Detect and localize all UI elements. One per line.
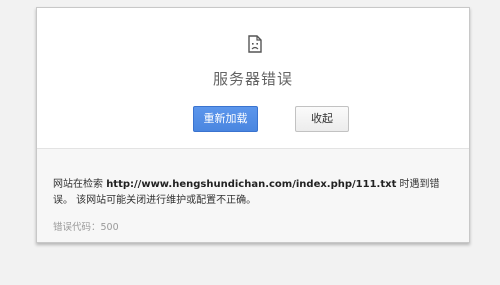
reload-button[interactable]: 重新加载 bbox=[193, 106, 258, 132]
error-message: 网站在检索 http://www.hengshundichan.com/inde… bbox=[53, 177, 457, 209]
error-dialog: 服务器错误 重新加载 收起 网站在检索 http://www.hengshund… bbox=[36, 7, 470, 243]
dismiss-button[interactable]: 收起 bbox=[295, 106, 349, 132]
dialog-header: 服务器错误 重新加载 收起 bbox=[37, 8, 469, 148]
message-prefix: 网站在检索 bbox=[53, 179, 107, 190]
error-url: http://www.hengshundichan.com/index.php/… bbox=[106, 179, 397, 190]
sad-page-icon bbox=[248, 35, 262, 53]
error-code: 错误代码：500 bbox=[53, 222, 119, 233]
details-panel: 网站在检索 http://www.hengshundichan.com/inde… bbox=[37, 148, 469, 242]
dialog-title: 服务器错误 bbox=[212, 70, 293, 88]
